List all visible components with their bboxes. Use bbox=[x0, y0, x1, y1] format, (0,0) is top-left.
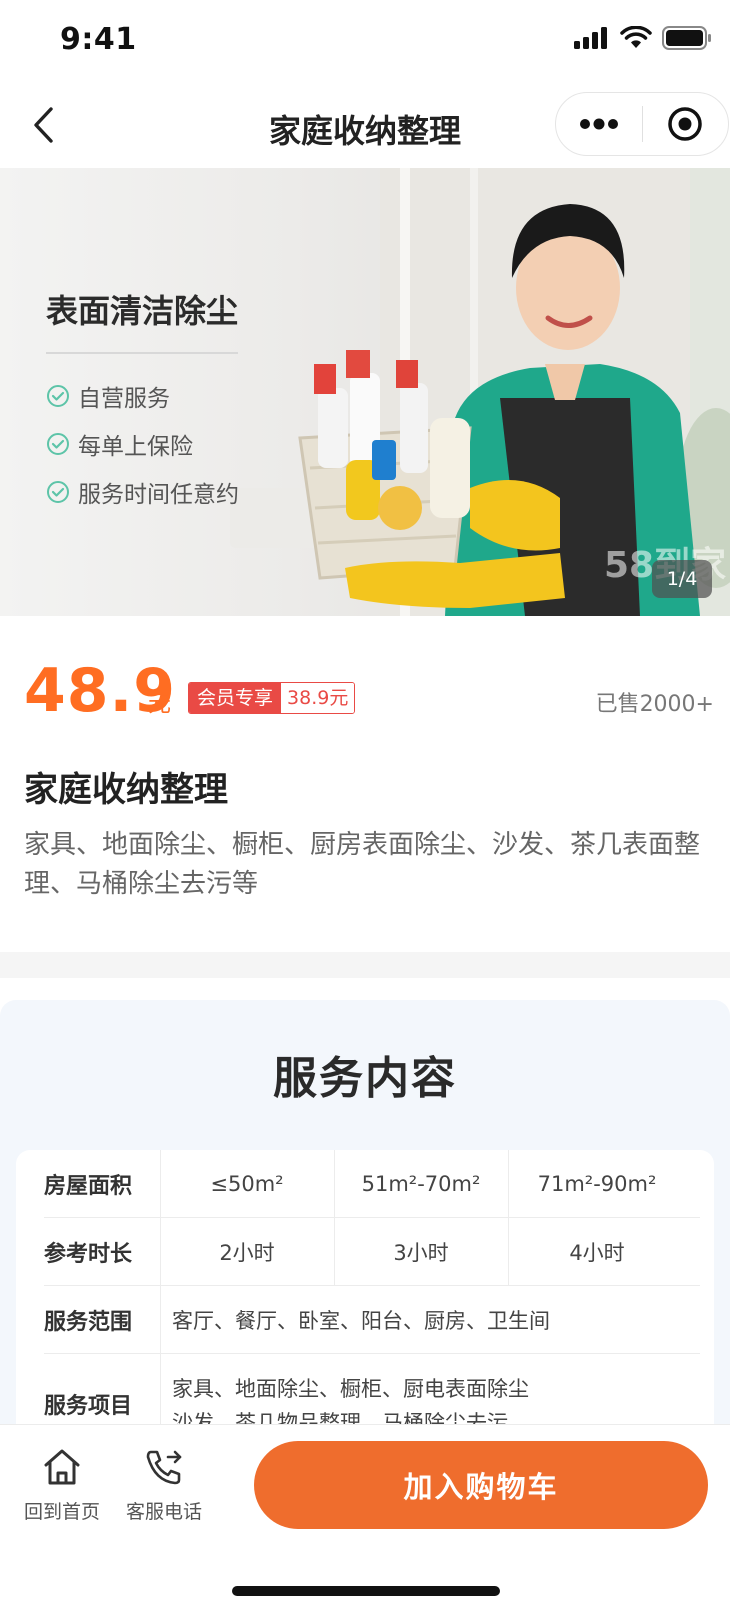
target-close-icon bbox=[668, 107, 702, 141]
status-bar: 9:41 bbox=[0, 0, 730, 86]
table-cell: 4小时 bbox=[569, 1240, 625, 1265]
table-cell: 51m²-70m² bbox=[361, 1171, 481, 1196]
table-row-area: 房屋面积 ≤50m² 51m²-70m² 71m²-90m² bbox=[44, 1150, 700, 1218]
banner-feature-label: 每单上保险 bbox=[78, 434, 193, 460]
service-heading: 服务内容 bbox=[273, 1053, 457, 1104]
banner-divider bbox=[46, 352, 238, 354]
price-row: 48.9 元 会员专享 38.9元 已售2000+ bbox=[24, 656, 714, 726]
add-to-cart-button[interactable]: 加入购物车 bbox=[254, 1441, 708, 1529]
carousel-counter: 1/4 bbox=[652, 560, 712, 598]
table-cell: ≤50m² bbox=[210, 1171, 284, 1196]
member-tag: 会员专享 bbox=[189, 683, 282, 713]
phone-button-label: 客服电话 bbox=[125, 1501, 202, 1523]
customer-service-phone-button[interactable]: 客服电话 bbox=[122, 1445, 206, 1524]
banner-feature-item: 自营服务 bbox=[46, 372, 239, 420]
service-table: 房屋面积 ≤50m² 51m²-70m² 71m²-90m² 参考时长 2小时 … bbox=[16, 1150, 714, 1450]
check-circle-icon bbox=[47, 481, 69, 503]
status-icons bbox=[574, 26, 712, 50]
status-time: 9:41 bbox=[60, 22, 137, 57]
section-divider bbox=[0, 952, 730, 978]
home-indicator bbox=[232, 1586, 500, 1596]
banner-feature-item: 每单上保险 bbox=[46, 420, 239, 468]
home-button-label: 回到首页 bbox=[23, 1501, 100, 1523]
more-dots-icon bbox=[579, 118, 618, 130]
banner-feature-list: 自营服务 每单上保险 服务时间任意约 bbox=[46, 372, 239, 516]
wifi-icon bbox=[620, 26, 652, 48]
banner-feature-label: 自营服务 bbox=[78, 386, 170, 412]
product-description: 家具、地面除尘、橱柜、厨房表面除尘、沙发、茶几表面整理、马桶除尘去污等 bbox=[24, 830, 701, 899]
close-mini-program-button[interactable] bbox=[643, 92, 729, 156]
banner-feature-item: 服务时间任意约 bbox=[46, 468, 239, 516]
row-label: 房屋面积 bbox=[44, 1173, 133, 1199]
bottom-action-bar: 回到首页 客服电话 加入购物车 bbox=[0, 1424, 730, 1610]
more-button[interactable] bbox=[556, 92, 642, 156]
table-row-duration: 参考时长 2小时 3小时 4小时 bbox=[44, 1218, 700, 1286]
banner-title: 表面清洁除尘 bbox=[46, 292, 239, 330]
check-circle-icon bbox=[47, 433, 69, 455]
product-title: 家庭收纳整理 bbox=[24, 770, 228, 810]
sold-count: 已售2000+ bbox=[595, 692, 714, 717]
table-row-scope: 服务范围 客厅、餐厅、卧室、阳台、厨房、卫生间 bbox=[44, 1286, 700, 1354]
row-label: 服务范围 bbox=[44, 1309, 133, 1335]
member-price: 38.9元 bbox=[281, 683, 355, 713]
service-content-section: 服务内容 房屋面积 ≤50m² 51m²-70m² 71m²-90m² 参考时长… bbox=[0, 1000, 730, 1450]
mini-program-capsule bbox=[555, 92, 729, 156]
check-circle-icon bbox=[47, 385, 69, 407]
signal-icon bbox=[574, 27, 607, 49]
price-unit: 元 bbox=[148, 691, 171, 717]
nav-bar: 家庭收纳整理 bbox=[0, 86, 730, 168]
product-banner-carousel[interactable]: 表面清洁除尘 自营服务 每单上保险 服务时间任意约 58到家 1/4 bbox=[0, 168, 730, 616]
phone-icon bbox=[146, 1450, 182, 1485]
table-cell-line: 家具、地面除尘、橱柜、厨电表面除尘 bbox=[172, 1377, 529, 1401]
column-divider bbox=[160, 1286, 161, 1353]
row-label: 参考时长 bbox=[44, 1241, 133, 1267]
banner-feature-label: 服务时间任意约 bbox=[78, 482, 239, 508]
member-price-badge: 会员专享 38.9元 bbox=[188, 682, 356, 714]
table-cell: 客厅、餐厅、卧室、阳台、厨房、卫生间 bbox=[172, 1308, 550, 1333]
home-button[interactable]: 回到首页 bbox=[20, 1445, 104, 1524]
home-icon bbox=[44, 1449, 80, 1485]
table-cell: 71m²-90m² bbox=[537, 1171, 657, 1196]
battery-icon bbox=[662, 26, 711, 50]
table-cell: 3小时 bbox=[393, 1240, 449, 1265]
table-cell: 2小时 bbox=[219, 1240, 275, 1265]
